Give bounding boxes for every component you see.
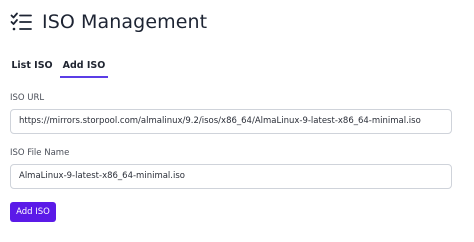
add-iso-button[interactable]: Add ISO xyxy=(10,202,56,222)
iso-url-input[interactable]: https://mirrors.storpool.com/almalinux/9… xyxy=(10,109,452,134)
tab-add-iso[interactable]: Add ISO xyxy=(60,56,108,78)
iso-file-name-label: ISO File Name xyxy=(10,148,70,158)
iso-management-page: ISO Management List ISO Add ISO ISO URL … xyxy=(0,0,474,242)
tab-bar: List ISO Add ISO xyxy=(10,56,462,78)
iso-url-label: ISO URL xyxy=(10,93,45,103)
task-list-icon xyxy=(10,11,32,33)
iso-file-name-input[interactable]: AlmaLinux-9-latest-x86_64-minimal.iso xyxy=(10,164,452,189)
page-title: ISO Management xyxy=(42,11,208,33)
tab-list-iso[interactable]: List ISO xyxy=(10,56,54,76)
page-header: ISO Management xyxy=(10,8,207,36)
